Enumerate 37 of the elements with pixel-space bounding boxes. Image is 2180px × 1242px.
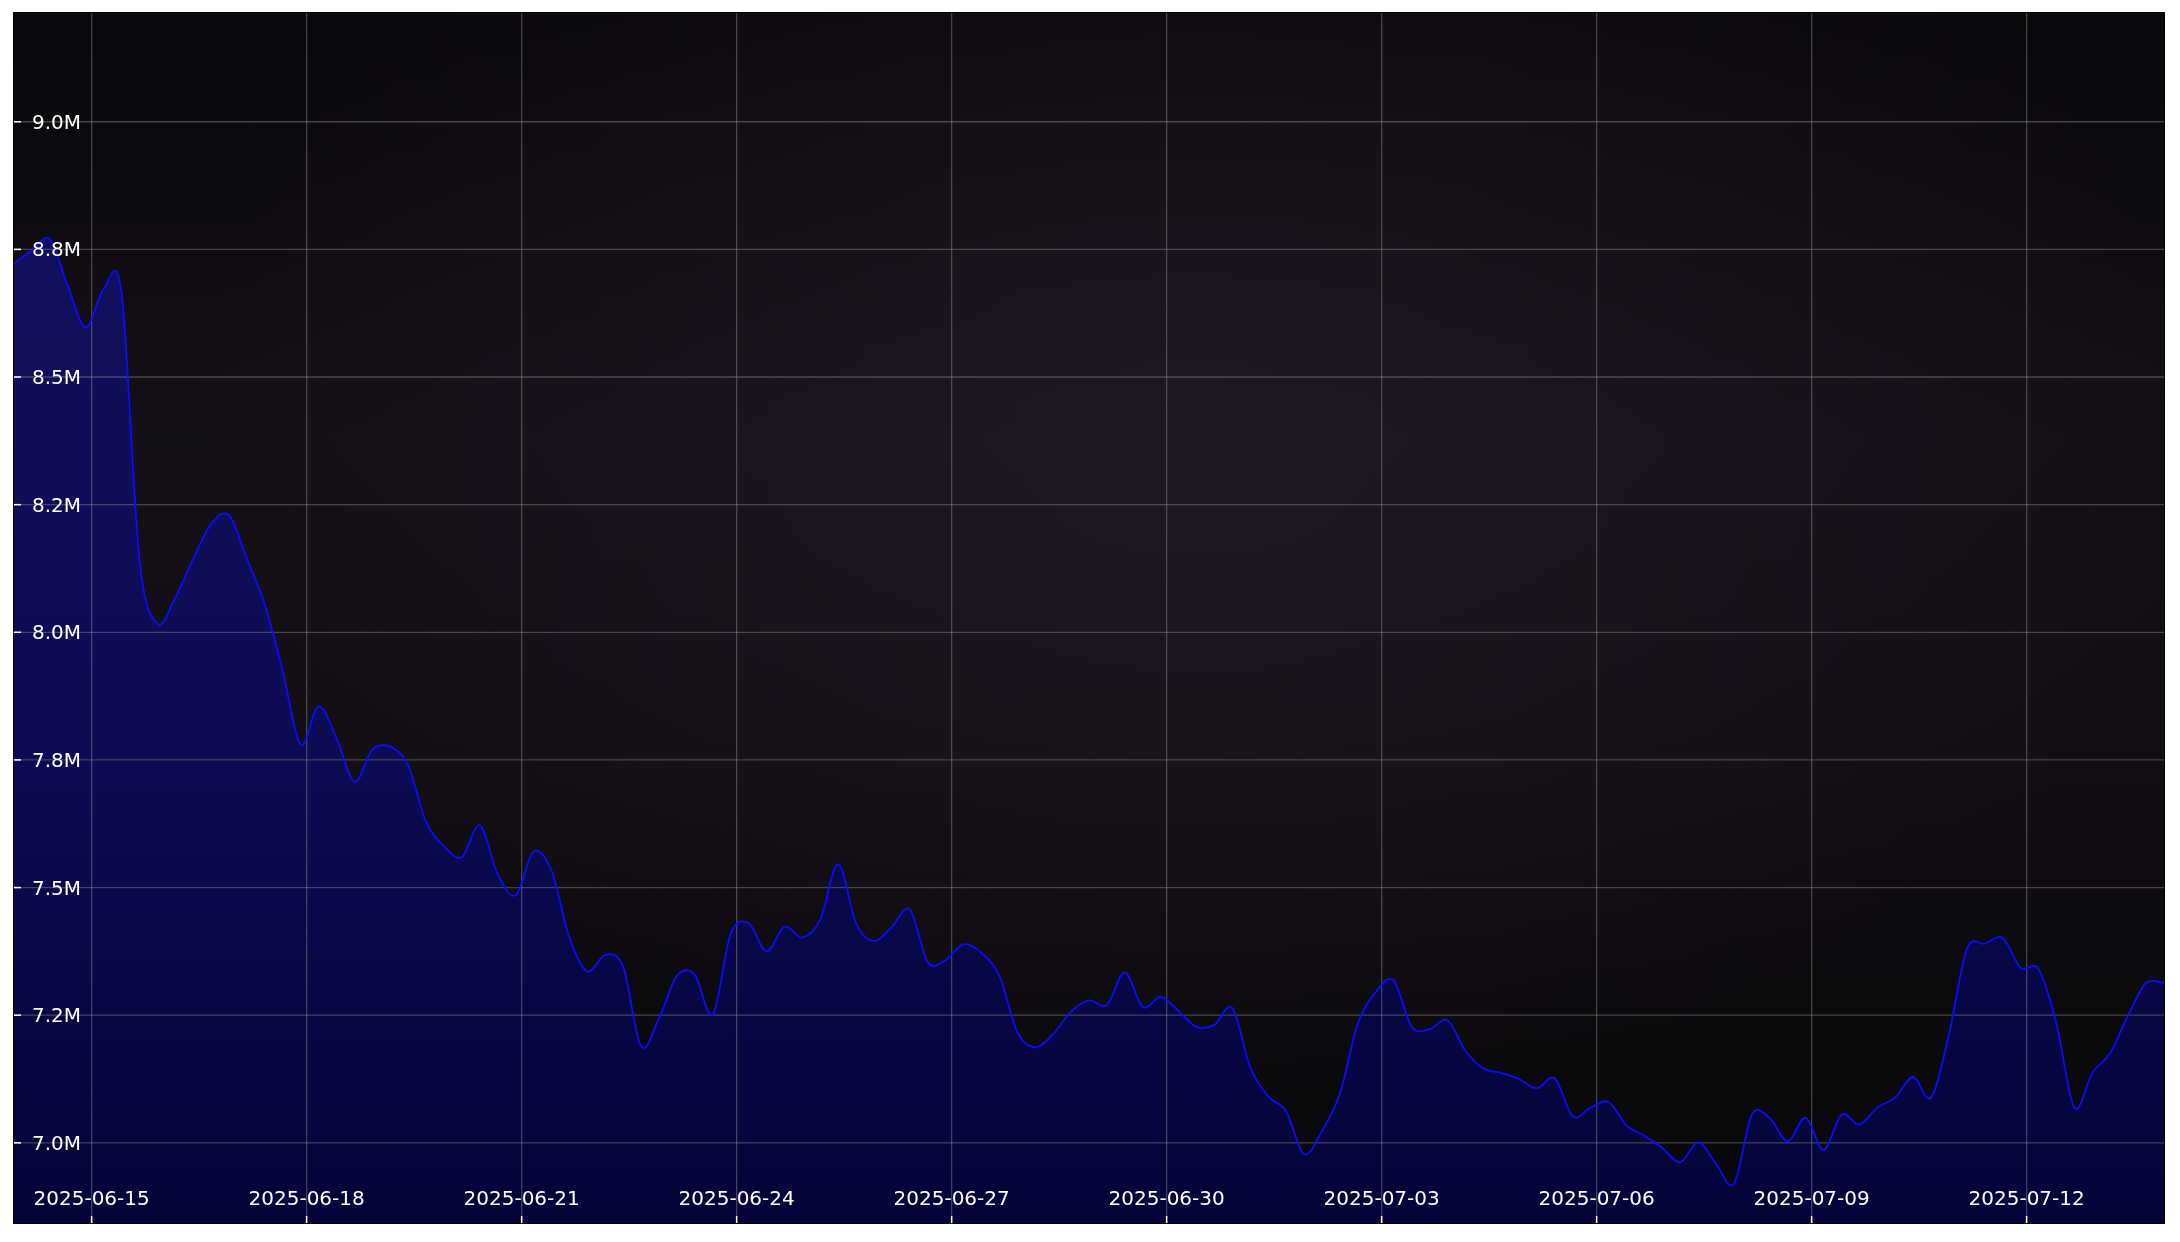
tick-mark	[1165, 1215, 1168, 1223]
tick-mark	[14, 631, 22, 634]
tick-mark	[14, 503, 22, 506]
y-tick-label: 9.0M	[32, 109, 82, 134]
y-tick-label: 7.0M	[32, 1130, 82, 1155]
tick-mark	[14, 886, 22, 889]
x-tick-label: 2025-07-06	[1538, 1186, 1655, 1210]
x-tick-label: 2025-06-27	[893, 1186, 1010, 1210]
y-tick-label: 7.2M	[32, 1003, 82, 1028]
x-tick-label: 2025-06-30	[1108, 1186, 1225, 1210]
y-tick-label: 8.5M	[32, 365, 82, 389]
x-tick-label: 2025-07-09	[1753, 1186, 1870, 1210]
tick-mark	[14, 121, 22, 123]
tick-mark	[1380, 1215, 1383, 1223]
y-tick-label: 7.5M	[32, 875, 82, 900]
tick-mark	[14, 376, 22, 378]
tick-mark	[520, 1215, 523, 1223]
x-tick-label: 2025-06-24	[678, 1186, 795, 1210]
tick-mark	[90, 1215, 93, 1223]
tick-mark	[735, 1215, 738, 1223]
x-tick-label: 2025-07-12	[1968, 1186, 2085, 1210]
tick-mark	[305, 1215, 308, 1223]
y-tick-label: 8.0M	[32, 620, 82, 645]
x-tick-label: 2025-07-03	[1323, 1186, 1440, 1210]
tick-mark	[14, 759, 22, 761]
tick-mark	[950, 1215, 953, 1223]
y-tick-label: 7.8M	[32, 747, 82, 772]
tick-mark	[14, 248, 22, 251]
x-tick-label: 2025-06-18	[248, 1186, 365, 1210]
tick-mark	[1595, 1215, 1598, 1223]
tick-mark	[14, 1014, 22, 1016]
x-tick-label: 2025-06-21	[463, 1186, 580, 1210]
tick-mark	[2025, 1215, 2028, 1223]
tick-mark	[14, 1142, 22, 1144]
tick-mark	[1810, 1215, 1813, 1223]
y-tick-label: 8.2M	[32, 492, 82, 517]
x-tick-label: 2025-06-15	[33, 1186, 150, 1210]
